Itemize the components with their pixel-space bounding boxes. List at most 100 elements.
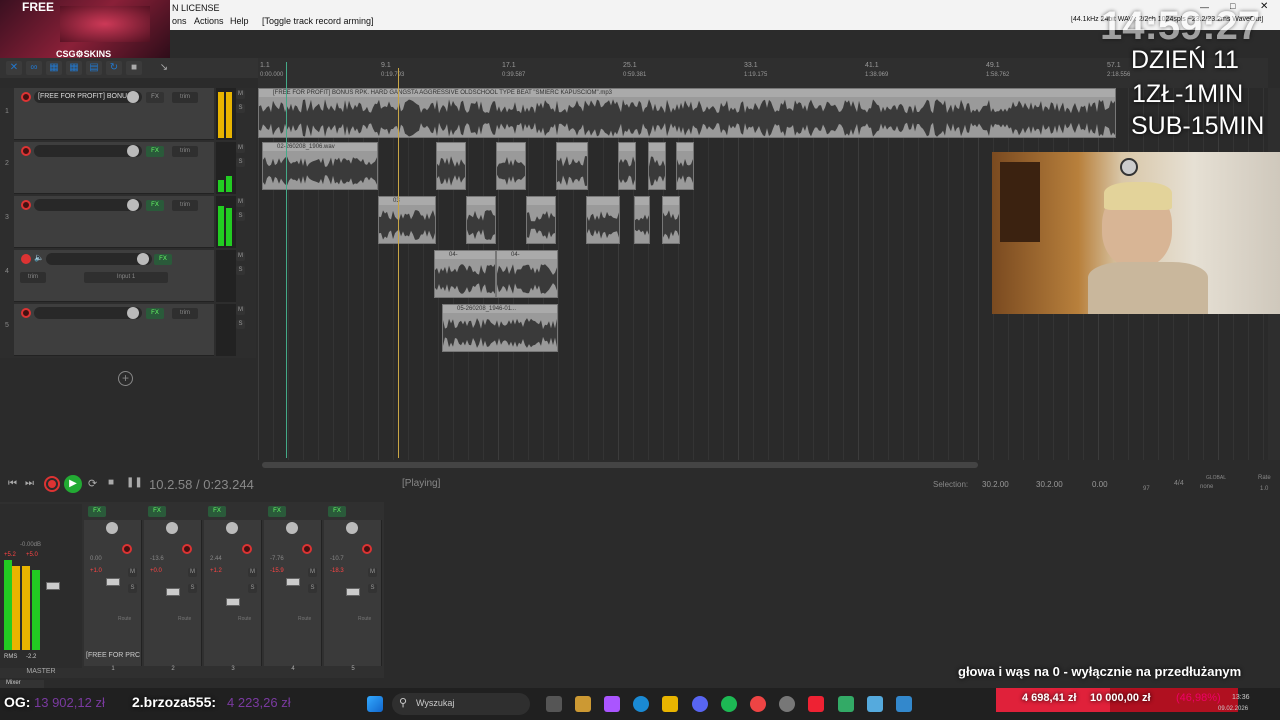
media-item[interactable] bbox=[634, 196, 650, 244]
record-arm-button[interactable] bbox=[122, 544, 132, 554]
media-item[interactable] bbox=[618, 142, 636, 190]
solo-button[interactable]: S bbox=[368, 584, 377, 593]
mute-button[interactable]: M bbox=[236, 90, 245, 99]
edge-icon[interactable] bbox=[633, 696, 649, 712]
menu-item-actions[interactable]: Actions bbox=[194, 16, 224, 26]
volume-knob[interactable] bbox=[137, 253, 149, 265]
trim-button[interactable]: trim bbox=[172, 92, 198, 103]
mute-button[interactable]: M bbox=[248, 568, 257, 577]
ruler-time-label[interactable]: 1:58.762 bbox=[986, 72, 1009, 78]
menu-item-options[interactable]: ons bbox=[172, 16, 187, 26]
solo-button[interactable]: S bbox=[236, 158, 245, 167]
grid-lines-icon[interactable]: ▤ bbox=[86, 61, 102, 75]
volume-knob[interactable] bbox=[127, 307, 139, 319]
record-arm-button[interactable] bbox=[21, 308, 31, 318]
ruler-time-label[interactable]: 1:19.175 bbox=[744, 72, 767, 78]
link-icon[interactable]: ∞ bbox=[26, 61, 42, 75]
record-arm-button[interactable] bbox=[302, 544, 312, 554]
ruler-bar-label[interactable]: 41.1 bbox=[865, 62, 879, 69]
app-icon[interactable] bbox=[838, 696, 854, 712]
media-item-vocal-3[interactable]: 03 bbox=[378, 196, 436, 244]
volume-fader[interactable] bbox=[346, 588, 360, 596]
loop-icon[interactable]: ↻ bbox=[106, 61, 122, 75]
solo-button[interactable]: S bbox=[308, 584, 317, 593]
master-fader[interactable] bbox=[46, 582, 60, 590]
media-item-beat[interactable]: [FREE FOR PROFIT] BONUS RPK. HARD GANGST… bbox=[258, 88, 1116, 138]
volume-knob[interactable] bbox=[127, 145, 139, 157]
play-button[interactable]: ▶ bbox=[64, 475, 82, 493]
copilot-icon[interactable] bbox=[604, 696, 620, 712]
mute-button[interactable]: M bbox=[236, 198, 245, 207]
ruler-bar-label[interactable]: 49.1 bbox=[986, 62, 1000, 69]
fx-button[interactable]: FX bbox=[146, 146, 164, 157]
close-icon[interactable]: ✕ bbox=[1260, 1, 1268, 12]
cursor-icon[interactable]: ↘ bbox=[156, 61, 172, 75]
lock-icon[interactable]: ■ bbox=[126, 61, 142, 75]
route-button[interactable]: Route bbox=[358, 616, 371, 622]
bpm-value[interactable]: 97 bbox=[1143, 486, 1150, 492]
route-button[interactable]: Route bbox=[298, 616, 311, 622]
track-name[interactable]: [FREE FOR PROFIT] BONU bbox=[34, 91, 142, 103]
master-strip[interactable]: -0.00dB +5.2 +5.0 RMS -2.2 bbox=[0, 504, 82, 668]
pause-button[interactable]: ❚❚ bbox=[126, 477, 143, 488]
taskbar-time[interactable]: 13:36 bbox=[1232, 694, 1250, 701]
selection-length[interactable]: 0.00 bbox=[1092, 480, 1108, 489]
pan-knob[interactable] bbox=[166, 522, 178, 534]
media-item-vocal-4a[interactable]: 04- bbox=[434, 250, 496, 298]
loop-icon[interactable]: ⟳ bbox=[88, 477, 97, 490]
media-item[interactable] bbox=[466, 196, 496, 244]
volume-fader[interactable] bbox=[286, 578, 300, 586]
ruler-time-label[interactable]: 2:18.556 bbox=[1107, 72, 1130, 78]
record-arm-button[interactable] bbox=[242, 544, 252, 554]
volume-fader[interactable] bbox=[166, 588, 180, 596]
solo-button[interactable]: S bbox=[248, 584, 257, 593]
edit-cursor[interactable] bbox=[286, 62, 287, 458]
record-button[interactable] bbox=[44, 476, 60, 492]
track-header-5[interactable]: FX trim bbox=[14, 304, 214, 356]
search-box[interactable]: ⚲ Wyszukaj bbox=[392, 693, 530, 715]
solo-button[interactable]: S bbox=[236, 320, 245, 329]
tiktok-icon[interactable] bbox=[808, 696, 824, 712]
ruler-time-label[interactable]: 0:39.587 bbox=[502, 72, 525, 78]
pan-knob[interactable] bbox=[106, 522, 118, 534]
spotify-icon[interactable] bbox=[721, 696, 737, 712]
speaker-icon[interactable]: 🔈 bbox=[34, 253, 44, 262]
solo-button[interactable]: S bbox=[236, 212, 245, 221]
ruler-bar-label[interactable]: 1.1 bbox=[260, 62, 270, 69]
media-item[interactable] bbox=[436, 142, 466, 190]
record-arm-button[interactable] bbox=[21, 254, 31, 264]
store-icon[interactable] bbox=[575, 696, 591, 712]
route-button[interactable]: Route bbox=[118, 616, 131, 622]
snap-icon[interactable]: ▦ bbox=[46, 61, 62, 75]
selection-start[interactable]: 30.2.00 bbox=[982, 480, 1009, 489]
ruler-bar-label[interactable]: 9.1 bbox=[381, 62, 391, 69]
fx-button[interactable]: FX bbox=[148, 506, 166, 517]
fx-button[interactable]: FX bbox=[88, 506, 106, 517]
mute-button[interactable]: M bbox=[128, 568, 137, 577]
track-header-4[interactable]: 🔈 FX trim Input 1 bbox=[14, 250, 214, 302]
pan-knob[interactable] bbox=[226, 522, 238, 534]
solo-button[interactable]: S bbox=[128, 584, 137, 593]
fx-button[interactable]: FX bbox=[268, 506, 286, 517]
input-selector[interactable]: Input 1 bbox=[84, 272, 168, 283]
go-start-icon[interactable]: ⏮ bbox=[8, 478, 17, 489]
mixer-strip-4[interactable]: -7.76 -15.9 M S Route 4 bbox=[264, 520, 322, 672]
fx-button[interactable]: FX bbox=[146, 308, 164, 319]
add-track-icon[interactable]: + bbox=[118, 371, 133, 386]
mute-button[interactable]: M bbox=[368, 568, 377, 577]
media-item[interactable] bbox=[662, 196, 680, 244]
ruler-time-label[interactable]: 0:19.793 bbox=[381, 72, 404, 78]
selection-end[interactable]: 30.2.00 bbox=[1036, 480, 1063, 489]
volume-fader[interactable] bbox=[106, 578, 120, 586]
trim-button[interactable]: trim bbox=[172, 146, 198, 157]
time-signature[interactable]: 4/4 bbox=[1174, 480, 1184, 487]
mute-button[interactable]: M bbox=[236, 252, 245, 261]
mute-button[interactable]: M bbox=[188, 568, 197, 577]
ruler-time-label[interactable]: 0:00.000 bbox=[260, 72, 283, 78]
record-arm-button[interactable] bbox=[21, 146, 31, 156]
media-item[interactable] bbox=[648, 142, 666, 190]
trim-button[interactable]: trim bbox=[20, 272, 46, 283]
track-name[interactable] bbox=[34, 145, 142, 157]
notepad-icon[interactable] bbox=[896, 696, 912, 712]
track-header-3[interactable]: FX trim bbox=[14, 196, 214, 248]
